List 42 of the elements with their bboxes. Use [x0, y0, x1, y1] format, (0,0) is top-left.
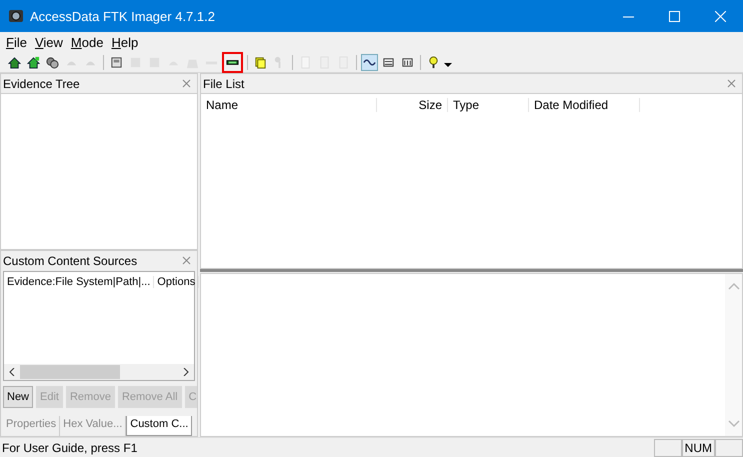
menu-item[interactable]: File	[2, 34, 31, 50]
menu-item[interactable]: View	[30, 34, 67, 50]
close-icon[interactable]	[727, 79, 736, 88]
close-icon[interactable]	[182, 256, 191, 265]
horizontal-scrollbar[interactable]	[4, 364, 194, 380]
toolbar-icon	[46, 56, 59, 68]
panel-title: Custom Content Sources	[2, 254, 138, 268]
toolbar-icon	[254, 56, 267, 68]
column-header[interactable]: Name	[201, 98, 377, 112]
close-icon[interactable]	[182, 79, 191, 88]
column-header[interactable]: Date Modified	[529, 98, 640, 112]
scroll-right-icon[interactable]	[182, 368, 190, 376]
toolbar-icon	[382, 56, 395, 68]
menu-item[interactable]: Mode	[66, 34, 108, 50]
column-header[interactable]: Type	[448, 98, 529, 112]
panel-title: Evidence Tree	[2, 76, 80, 90]
menu-item[interactable]: Help	[107, 34, 142, 50]
toolbar-icon	[401, 56, 414, 68]
status-pane: NUM	[682, 439, 715, 457]
status-pane	[654, 439, 682, 457]
close-icon	[714, 10, 726, 22]
status-pane	[715, 439, 743, 457]
scroll-down-icon[interactable]	[728, 420, 740, 428]
panel-title: File List	[202, 76, 244, 90]
column-header[interactable]: Size	[377, 98, 448, 112]
tab[interactable]: Custom C...	[126, 416, 192, 436]
column-header[interactable]: Evidence:File System|Path|...	[4, 276, 154, 288]
maximize-icon	[668, 10, 680, 22]
vertical-scrollbar[interactable]	[725, 274, 742, 436]
scroll-left-icon[interactable]	[8, 368, 16, 376]
toolbar-icon	[8, 56, 21, 68]
toolbar-icon	[427, 56, 440, 68]
toolbar-icon	[27, 56, 40, 68]
column-header[interactable]: Options	[154, 276, 200, 288]
toolbar-button[interactable]	[361, 54, 378, 70]
toolbar-icon	[110, 56, 123, 68]
window-title: AccessData FTK Imager 4.7.1.2	[30, 8, 216, 24]
status-text: For User Guide, press F1	[1, 441, 138, 455]
action-button[interactable]: New	[3, 386, 34, 408]
caret-icon[interactable]	[444, 62, 452, 68]
scroll-up-icon[interactable]	[728, 282, 740, 290]
app-icon	[8, 8, 24, 24]
